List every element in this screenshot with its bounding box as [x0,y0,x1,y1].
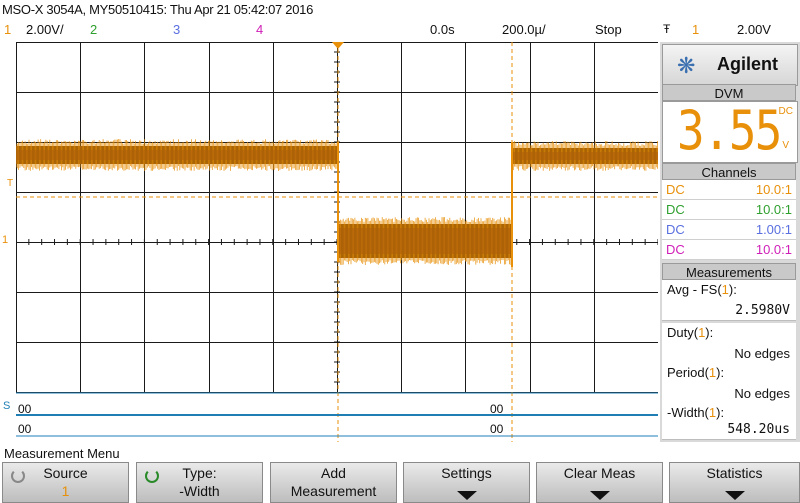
measurement-name: -Width( [667,405,709,420]
ch1-ground-marker[interactable]: 1 [2,234,8,246]
channel-coupling: DC [666,220,685,240]
menu-title: Measurement Menu [4,446,120,461]
ch4-number[interactable]: 4 [256,22,263,37]
agilent-spark-icon: ❋ [677,53,695,79]
measurement-label: Avg - FS(1): [667,282,737,297]
serial-bus-marker: S [3,400,10,412]
measurement-row-3[interactable]: Period(1): No edges [662,363,796,404]
time-scale[interactable]: 200.0µ/ [502,22,546,37]
channel-probe: 10.0:1 [756,200,792,220]
brand-box: ❋ Agilent [662,44,798,86]
bus-row1-left: 00 [18,402,31,416]
channel-coupling: DC [666,240,685,260]
submenu-arrow-icon [725,491,745,500]
ch1-high-band-right-core [512,152,658,160]
channel-probe: 10.0:1 [756,180,792,200]
measurement-name: Avg - FS( [667,282,722,297]
time-delay[interactable]: 0.0s [430,22,455,37]
softkey-value: 1 [3,483,128,500]
trigger-time-marker [332,42,344,49]
channel-row-3[interactable]: DC 1.00:1 [662,220,796,240]
waveform-display[interactable] [16,42,658,442]
ch1-number[interactable]: 1 [4,22,11,37]
measurement-colon: ): [705,325,713,340]
ch1-low-band-core [338,228,512,254]
measurement-channel: 1 [722,282,729,297]
measurement-label: Period(1): [667,365,724,380]
softkey-label: Clear Meas [537,465,662,482]
measurement-value: No edges [734,386,790,401]
bus-row2-right: 00 [490,422,503,436]
submenu-arrow-icon [590,491,610,500]
channel-row-4[interactable]: DC 10.0:1 [662,240,796,260]
dvm-mode: DC [779,106,793,117]
softkey-label: Settings [404,465,529,482]
measurement-row-4[interactable]: -Width(1): 548.20us [662,403,796,440]
measurement-name: Duty( [667,325,698,340]
brand-name: Agilent [717,54,778,75]
source-softkey[interactable]: Source 1 [2,462,129,503]
info-panel: ❋ Agilent DVM 3.55 DC V Channels DC 10.0:… [660,42,800,442]
bus-row2-left: 00 [18,422,31,436]
softkey-label: Add [271,465,396,482]
softkey-label: Statistics [670,465,799,482]
channel-row-2[interactable]: DC 10.0:1 [662,200,796,220]
run-state[interactable]: Stop [595,22,622,37]
channel-probe: 1.00:1 [756,220,792,240]
waveform-svg [16,42,658,442]
measurement-row-1[interactable]: Avg - FS(1): 2.5980V [662,280,796,321]
dvm-value: 3.55 [677,102,781,160]
ch2-number[interactable]: 2 [90,22,97,37]
measurement-colon: ): [729,282,737,297]
measurement-label: Duty(1): [667,325,713,340]
ch1-high-band-left-core [16,150,338,160]
clear-meas-softkey[interactable]: Clear Meas [536,462,663,503]
channel-coupling: DC [666,200,685,220]
bus-row1-right: 00 [490,402,503,416]
measurement-row-2[interactable]: Duty(1): No edges [662,323,796,364]
trigger-slope-icon: Ŧ [663,22,670,36]
measurement-value: 548.20us [727,422,790,437]
trigger-channel[interactable]: 1 [692,22,699,37]
measurements-header[interactable]: Measurements [662,263,796,280]
window-title: MSO-X 3054A, MY50510415: Thu Apr 21 05:4… [2,2,313,17]
statistics-softkey[interactable]: Statistics [669,462,800,503]
channel-probe: 10.0:1 [756,240,792,260]
ch1-scale[interactable]: 2.00V/ [26,22,64,37]
measurement-colon: ): [716,365,724,380]
channels-header[interactable]: Channels [662,163,796,180]
ch3-number[interactable]: 3 [173,22,180,37]
trigger-level[interactable]: 2.00V [737,22,771,37]
dvm-unit: V [782,140,789,151]
softkey-label: Type: [137,465,262,482]
submenu-arrow-icon [457,491,477,500]
settings-softkey[interactable]: Settings [403,462,530,503]
measurement-label: -Width(1): [667,405,724,420]
add-measurement-softkey[interactable]: Add Measurement [270,462,397,503]
softkey-label-line2: Measurement [271,483,396,500]
measurement-name: Period( [667,365,709,380]
measurement-colon: ): [716,405,724,420]
measurement-value: No edges [734,346,790,361]
trigger-level-marker[interactable]: T [7,178,13,189]
type-softkey[interactable]: Type: -Width [136,462,263,503]
channel-row-1[interactable]: DC 10.0:1 [662,180,796,200]
channel-coupling: DC [666,180,685,200]
dvm-box: 3.55 DC V [662,101,798,163]
measurement-value: 2.5980V [735,303,790,318]
softkey-value: -Width [137,483,262,500]
softkey-label: Source [3,465,128,482]
